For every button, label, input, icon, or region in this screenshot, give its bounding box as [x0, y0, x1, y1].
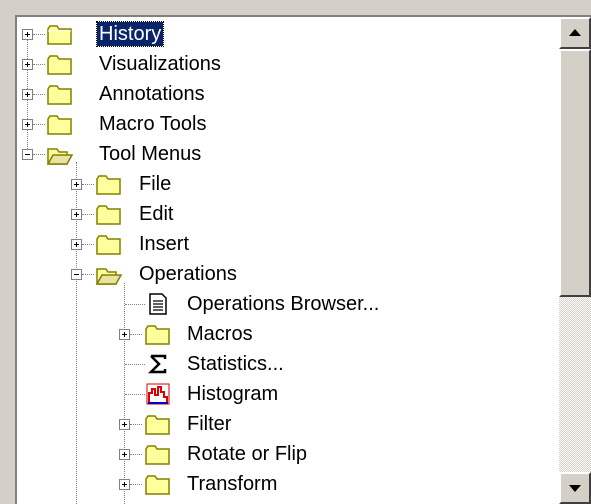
expand-button[interactable]	[119, 449, 130, 460]
tree-item-label: Filter	[187, 413, 232, 435]
tree-item-operations-browser[interactable]: Operations Browser...	[17, 290, 557, 320]
vertical-scrollbar[interactable]	[559, 17, 591, 504]
tree-item-label: Tool Menus	[99, 143, 202, 165]
collapse-button[interactable]	[22, 149, 33, 160]
tree-item-history[interactable]: History	[17, 20, 557, 50]
triangle-down-icon	[569, 485, 581, 492]
tree-item-histogram[interactable]: Histogram	[17, 380, 557, 410]
expand-button[interactable]	[71, 209, 82, 220]
tree-item-label: Statistics...	[187, 353, 284, 375]
tree-item-operations[interactable]: Operations	[17, 260, 557, 290]
expand-button[interactable]	[22, 29, 33, 40]
tree-item-label: Operations	[139, 263, 237, 285]
histogram-icon	[146, 383, 170, 405]
triangle-up-icon	[569, 29, 581, 36]
tree-item-label: Operations Browser...	[187, 293, 380, 315]
tree-item-annotations[interactable]: Annotations	[17, 80, 557, 110]
tree-item-tool-menus[interactable]: Tool Menus	[17, 140, 557, 170]
folder-closed-icon	[47, 115, 72, 135]
tree-item-edit[interactable]: Edit	[17, 200, 557, 230]
tree-item-label: Rotate or Flip	[187, 443, 308, 465]
folder-closed-icon	[96, 235, 121, 255]
expand-button[interactable]	[71, 179, 82, 190]
expand-button[interactable]	[119, 479, 130, 490]
tree-item-file[interactable]: File	[17, 170, 557, 200]
tree-panel: History Visualizations Annotations Macro…	[15, 15, 591, 504]
scroll-thumb[interactable]	[559, 49, 591, 297]
tree-item-label: History	[95, 21, 165, 47]
folder-closed-icon	[145, 445, 170, 465]
tree-item-label: Macros	[187, 323, 253, 345]
expand-button[interactable]	[71, 239, 82, 250]
expand-button[interactable]	[22, 89, 33, 100]
folder-closed-icon	[145, 415, 170, 435]
tree-item-filter[interactable]: Filter	[17, 410, 557, 440]
expand-button[interactable]	[119, 329, 130, 340]
tree-item-rotate-or-flip[interactable]: Rotate or Flip	[17, 440, 557, 470]
expand-button[interactable]	[119, 419, 130, 430]
tree-item-label: Insert	[139, 233, 190, 255]
folder-open-icon	[96, 268, 122, 285]
tree-item-visualizations[interactable]: Visualizations	[17, 50, 557, 80]
folder-closed-icon	[47, 25, 72, 45]
folder-open-icon	[47, 148, 73, 165]
document-icon	[149, 293, 167, 315]
tree-item-macro-tools[interactable]: Macro Tools	[17, 110, 557, 140]
tree-item-label: File	[139, 173, 172, 195]
tree-item-macros[interactable]: Macros	[17, 320, 557, 350]
folder-closed-icon	[145, 475, 170, 495]
folder-closed-icon	[96, 175, 121, 195]
folder-closed-icon	[145, 325, 170, 345]
tree-item-label: Histogram	[187, 383, 279, 405]
folder-closed-icon	[96, 205, 121, 225]
tree-item-label: Visualizations	[99, 53, 221, 75]
tree-item-label: Transform	[187, 473, 278, 495]
tree-item-label: Edit	[139, 203, 174, 225]
expand-button[interactable]	[22, 119, 33, 130]
tree-item-statistics[interactable]: Statistics...	[17, 350, 557, 380]
tree-item-label: Annotations	[99, 83, 205, 105]
tree-item-label: Macro Tools	[99, 113, 207, 135]
scroll-up-button[interactable]	[559, 17, 591, 49]
scroll-down-button[interactable]	[559, 472, 591, 504]
folder-closed-icon	[47, 55, 72, 75]
sigma-icon	[147, 354, 167, 374]
tree-view[interactable]: History Visualizations Annotations Macro…	[17, 17, 559, 504]
folder-closed-icon	[47, 85, 72, 105]
collapse-button[interactable]	[71, 269, 82, 280]
tree-item-transform[interactable]: Transform	[17, 470, 557, 500]
expand-button[interactable]	[22, 59, 33, 70]
tree-item-insert[interactable]: Insert	[17, 230, 557, 260]
